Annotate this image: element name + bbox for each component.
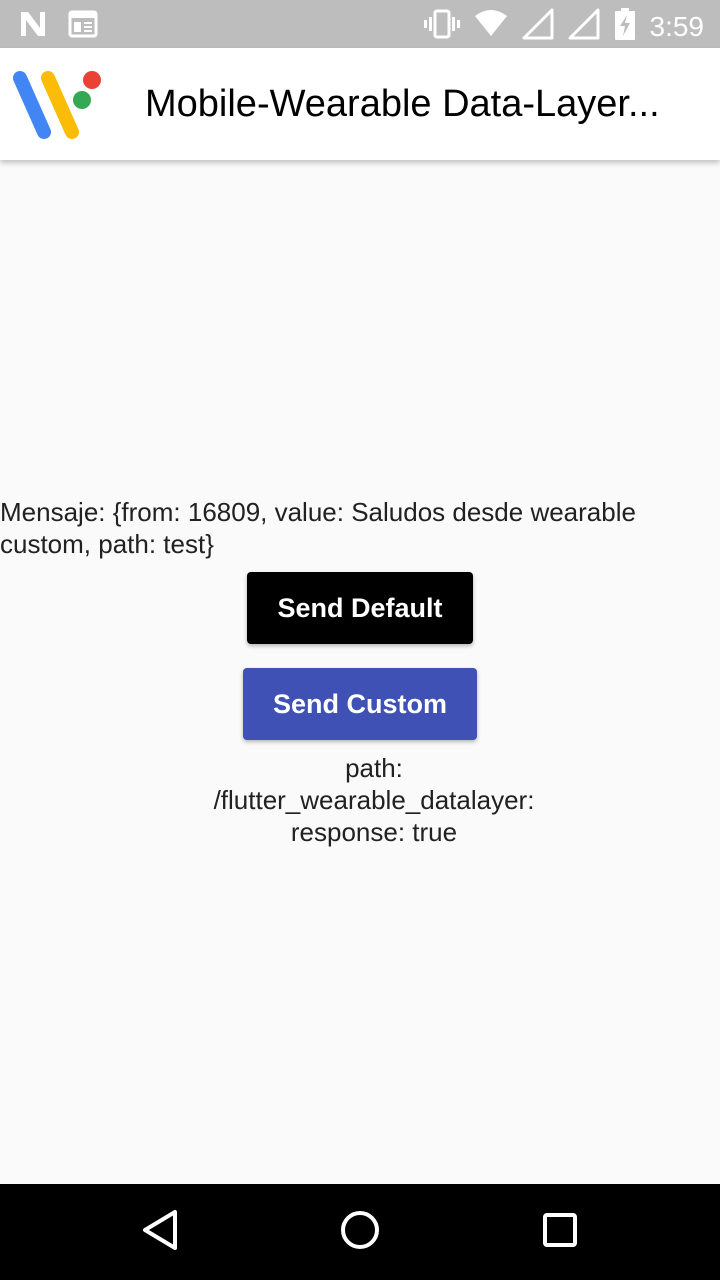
status-left-icons xyxy=(18,9,98,44)
navigation-bar xyxy=(0,1184,720,1280)
wifi-icon xyxy=(474,8,508,45)
app-bar: Mobile-Wearable Data-Layer... xyxy=(0,48,720,160)
home-button[interactable] xyxy=(336,1208,384,1256)
status-bar: 3:59 xyxy=(0,0,720,48)
main-content: Mensaje: {from: 16809, value: Saludos de… xyxy=(0,160,720,1184)
status-right-icons: 3:59 xyxy=(423,8,705,45)
wear-os-logo xyxy=(10,68,102,144)
calendar-news-icon xyxy=(68,9,98,44)
recents-button[interactable] xyxy=(536,1208,584,1256)
response-line-channel: /flutter_wearable_datalayer: xyxy=(213,785,535,815)
n-icon xyxy=(18,9,48,44)
back-icon xyxy=(140,1208,180,1257)
vibrate-icon xyxy=(423,8,460,45)
signal-icon xyxy=(522,8,554,45)
home-icon xyxy=(338,1208,382,1257)
send-default-button[interactable]: Send Default xyxy=(247,572,473,644)
signal-icon-2 xyxy=(568,8,600,45)
back-button[interactable] xyxy=(136,1208,184,1256)
app-title: Mobile-Wearable Data-Layer... xyxy=(145,83,660,125)
message-text: Mensaje: {from: 16809, value: Saludos de… xyxy=(0,497,636,559)
response-text: path: /flutter_wearable_datalayer: respo… xyxy=(0,752,720,848)
recents-icon xyxy=(540,1210,580,1255)
response-line-result: response: true xyxy=(290,817,458,847)
status-time: 3:59 xyxy=(649,10,705,42)
response-line-path: path: xyxy=(345,753,403,783)
send-custom-button[interactable]: Send Custom xyxy=(243,668,477,740)
battery-charging-icon xyxy=(614,8,636,45)
